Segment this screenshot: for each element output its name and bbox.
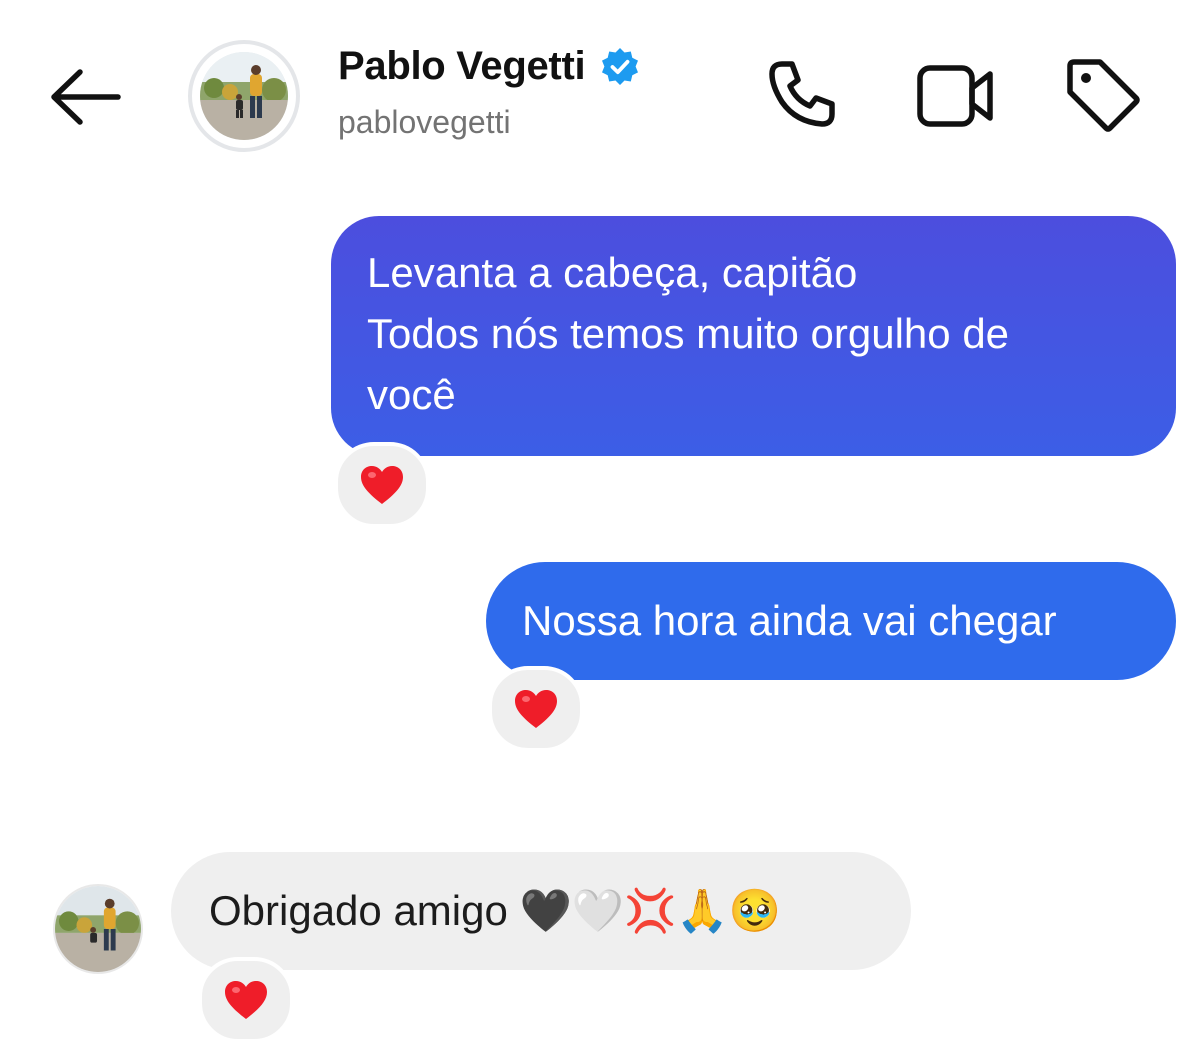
video-call-button[interactable] [914,58,998,132]
phone-icon [769,61,835,127]
contact-name-row[interactable]: Pablo Vegetti [338,44,641,89]
arrow-left-icon [51,69,121,125]
avatar-image [200,52,288,140]
video-camera-icon [917,65,993,127]
contact-name: Pablo Vegetti [338,44,586,88]
contact-avatar[interactable] [53,884,143,974]
heart-reaction[interactable] [334,442,430,528]
tag-icon [1067,59,1140,132]
profile-avatar[interactable] [188,40,300,152]
message-line: você [367,371,456,418]
avatar-image [55,886,141,972]
heart-icon [225,981,267,1019]
heart-reaction[interactable] [198,957,294,1043]
chat-screen: Pablo Vegetti pablovegetti Levanta a cab… [0,0,1200,1059]
username: pablovegetti [338,104,511,140]
verified-badge-icon [602,47,639,85]
message-line: Todos nós temos muito orgulho de [367,310,1010,357]
heart-icon [361,466,403,504]
tag-button[interactable] [1062,54,1142,134]
message-line: Levanta a cabeça, capitão [367,249,858,296]
call-button[interactable] [762,56,840,134]
heart-reaction[interactable] [488,666,584,752]
heart-icon [515,690,557,728]
back-button[interactable] [46,62,124,132]
outgoing-message[interactable]: Levanta a cabeça, capitão Todos nós temo… [331,216,1176,456]
outgoing-message[interactable]: Nossa hora ainda vai chegar [486,562,1176,680]
incoming-message[interactable]: Obrigado amigo 🖤🤍💢🙏🥹 [171,852,911,970]
